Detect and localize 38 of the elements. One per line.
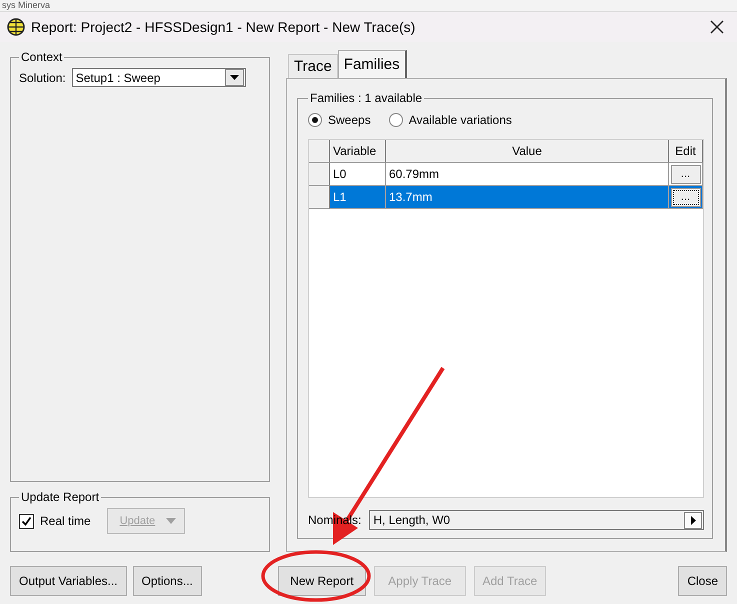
window-title: Report: Project2 - HFSSDesign1 - New Report - New Trace(s) [31,19,416,35]
table-cell: L0 [330,163,386,186]
column-header[interactable]: Variable [330,140,386,163]
checkbox-label: Real time [40,514,91,528]
close-button[interactable]: Close [678,566,727,596]
nominals-field[interactable]: H, Length, W0 [369,510,704,530]
row-header [309,140,330,163]
options-button[interactable]: Options... [132,566,202,596]
table-row[interactable]: L1 13.7mm ... [309,186,703,209]
caret-right-icon [690,516,696,524]
row-header[interactable] [309,163,330,186]
tab[interactable]: Families [338,50,407,78]
tab[interactable]: Trace [288,54,338,78]
table-cell: 60.79mm [386,163,669,186]
column-header[interactable]: Edit [669,140,703,163]
radio-label: Available variations [408,113,512,127]
checkbox[interactable] [19,514,34,528]
edit-button[interactable]: ... [670,164,700,184]
radio-button[interactable] [388,113,403,127]
group-legend: Families : 1 available [308,91,424,105]
group-legend: Update Report [19,490,102,504]
group-legend: Context [19,50,64,64]
edit-button[interactable]: ... [670,188,700,206]
row-header[interactable] [309,186,330,209]
radio-label: Sweeps [328,113,371,127]
table-row[interactable]: L0 60.79mm ... [309,163,703,186]
caret-icon [166,518,176,524]
table-cell: 13.7mm [386,186,669,209]
output-variables-button[interactable]: Output Variables... [10,566,126,596]
globe-icon [7,18,25,36]
background-window-title: sys Minerva [2,0,50,10]
caret-icon [230,75,239,80]
solution-dropdown[interactable]: Setup1 : Sweep [72,68,246,87]
table-cell: L1 [330,186,386,209]
radio-button[interactable] [308,113,322,127]
solution-label: Solution: [19,70,66,84]
new-report-button[interactable]: New Report [278,566,366,596]
column-header[interactable]: Value [386,140,669,163]
